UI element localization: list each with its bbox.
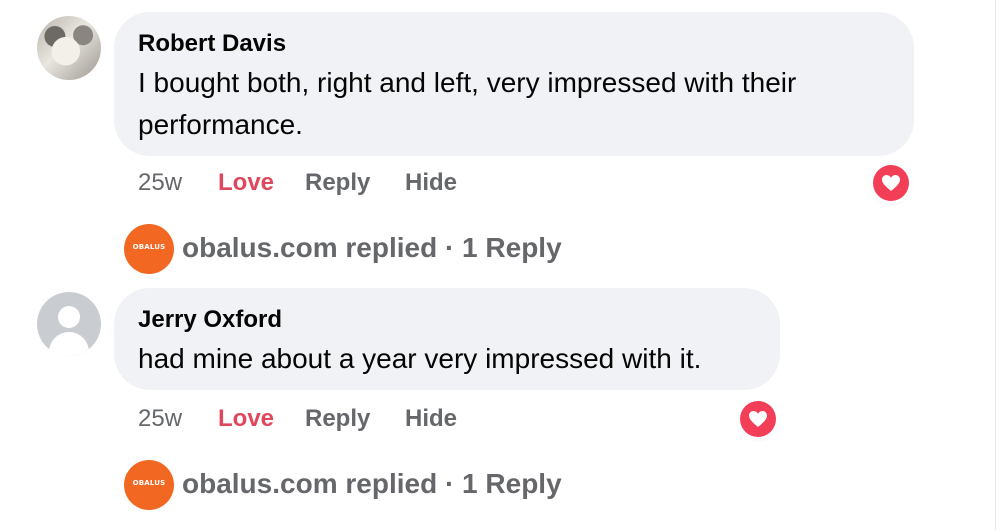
obalus-logo[interactable]: OBALUS <box>124 224 174 274</box>
reply-button[interactable]: Reply <box>305 168 370 198</box>
hide-button[interactable]: Hide <box>405 404 457 434</box>
love-heart-icon <box>749 411 767 427</box>
love-reaction-badge[interactable] <box>740 401 776 437</box>
logo-wordmark: OBALUS <box>132 479 166 487</box>
comment-bubble: Robert Davis I bought both, right and le… <box>114 12 914 156</box>
love-button[interactable]: Love <box>218 168 274 198</box>
comment-text: had mine about a year very impressed wit… <box>138 343 702 374</box>
love-reaction-badge[interactable] <box>873 165 909 201</box>
comment-timestamp[interactable]: 25w <box>138 168 182 198</box>
default-avatar-body <box>49 332 89 356</box>
comment-author[interactable]: Robert Davis <box>138 30 890 58</box>
comment-actions: 25w Love Reply Hide <box>138 168 498 198</box>
comment-actions: 25w Love Reply Hide <box>138 404 498 434</box>
comment-author[interactable]: Jerry Oxford <box>138 306 756 334</box>
comment-bubble: Jerry Oxford had mine about a year very … <box>114 288 780 390</box>
panel-border <box>995 0 1008 530</box>
love-button[interactable]: Love <box>218 404 274 434</box>
reply-button[interactable]: Reply <box>305 404 370 434</box>
comments-panel: Robert Davis I bought both, right and le… <box>0 0 1008 530</box>
view-replies-link[interactable]: obalus.com replied · 1 Reply <box>182 466 562 502</box>
hide-button[interactable]: Hide <box>405 168 457 198</box>
default-avatar-head <box>58 306 80 328</box>
avatar[interactable] <box>37 292 101 356</box>
love-heart-icon <box>882 175 900 191</box>
view-replies-link[interactable]: obalus.com replied · 1 Reply <box>182 230 562 266</box>
obalus-logo[interactable]: OBALUS <box>124 460 174 510</box>
logo-wordmark: OBALUS <box>132 243 166 251</box>
page-replied-row[interactable]: OBALUS obalus.com replied · 1 Reply <box>124 224 604 274</box>
comment-timestamp[interactable]: 25w <box>138 404 182 434</box>
comment-text: I bought both, right and left, very impr… <box>138 67 797 140</box>
page-replied-row[interactable]: OBALUS obalus.com replied · 1 Reply <box>124 460 604 510</box>
avatar[interactable] <box>37 16 101 80</box>
